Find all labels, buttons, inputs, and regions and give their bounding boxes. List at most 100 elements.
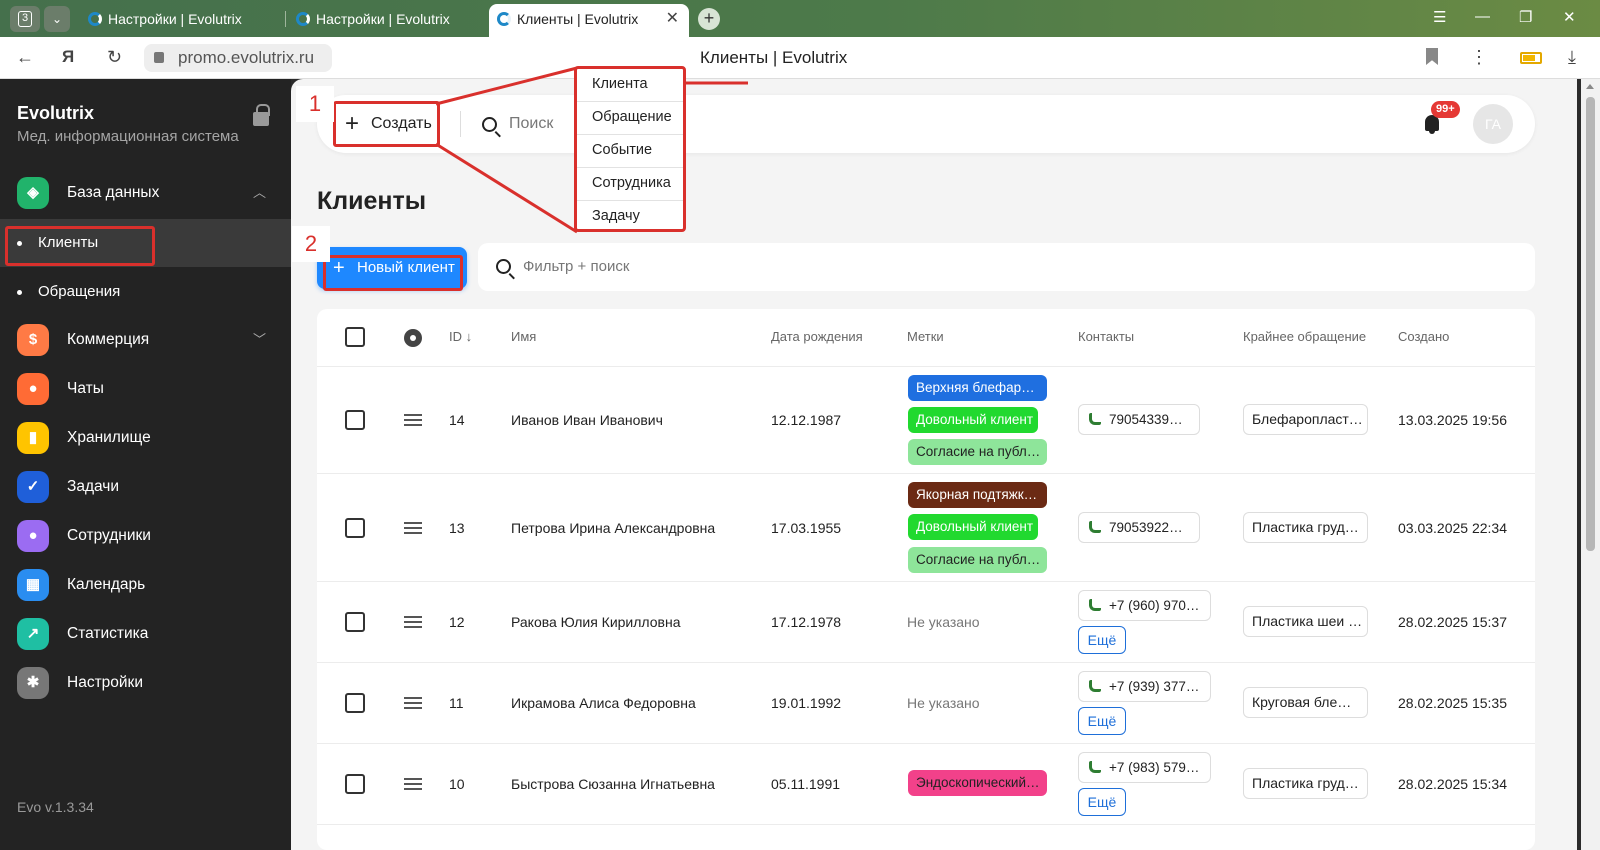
last-request-chip[interactable]: Круговая бле…	[1243, 687, 1368, 718]
table-row[interactable]: 11 Икрамова Алиса Федоровна 19.01.1992 Н…	[317, 662, 1535, 743]
more-vertical-icon[interactable]: ⋮	[1470, 47, 1488, 68]
row-checkbox[interactable]	[345, 410, 365, 430]
sidebar-item-settings[interactable]: ✱ Настройки	[0, 660, 291, 706]
column-header-created[interactable]: Создано	[1398, 329, 1449, 344]
row-checkbox[interactable]	[345, 693, 365, 713]
tag-badge[interactable]: Эндоскопический…	[908, 770, 1047, 796]
minimize-icon[interactable]: —	[1475, 8, 1490, 25]
lock-icon[interactable]	[253, 104, 270, 126]
last-request-chip[interactable]: Блефаропласт…	[1243, 404, 1368, 435]
cell-name[interactable]: Ракова Юлия Кирилловна	[511, 614, 680, 630]
table-row[interactable]: 10 Быстрова Сюзанна Игнатьевна 05.11.199…	[317, 743, 1535, 824]
contact-phone[interactable]: +7 (960) 970…	[1078, 590, 1211, 621]
menu-icon[interactable]: ☰	[1433, 8, 1446, 26]
contact-phone[interactable]: +7 (939) 377…	[1078, 671, 1211, 702]
scrollbar-thumb[interactable]	[1586, 97, 1595, 551]
dropdown-item-client[interactable]: Клиента	[577, 69, 683, 102]
phone-number: +7 (939) 377…	[1109, 679, 1200, 694]
row-checkbox[interactable]	[345, 774, 365, 794]
phone-number: 79054339913	[1109, 412, 1192, 427]
column-header-last-request[interactable]: Крайнее обращение	[1243, 329, 1366, 344]
sidebar-item-statistics[interactable]: ↗ Статистика	[0, 611, 291, 657]
browser-tab[interactable]: Настройки | Evolutrix	[288, 4, 488, 34]
close-icon[interactable]: ✕	[666, 4, 679, 34]
tag-badge[interactable]: Согласие на публ…	[908, 547, 1047, 573]
tag-badge[interactable]: Довольный клиент	[908, 514, 1038, 540]
cell-name[interactable]: Быстрова Сюзанна Игнатьевна	[511, 776, 715, 792]
site-logo-icon	[88, 12, 102, 26]
table-row[interactable]: 14 Иванов Иван Иванович 12.12.1987 Верхн…	[317, 366, 1535, 473]
app-version: Evo v.1.3.34	[17, 799, 94, 815]
column-header-tags[interactable]: Метки	[907, 329, 944, 344]
more-contacts-button[interactable]: Ещё	[1078, 707, 1126, 735]
back-arrow-icon[interactable]: ←	[16, 47, 34, 68]
last-request-chip[interactable]: Пластика груд…	[1243, 512, 1368, 543]
tab-title: Клиенты | Evolutrix	[517, 11, 639, 27]
cell-created: 03.03.2025 22:34	[1398, 520, 1507, 536]
sidebar-item-commerce[interactable]: $ Коммерция ﹀	[0, 317, 291, 363]
filter-search-input[interactable]: Фильтр + поиск	[478, 243, 1535, 291]
more-contacts-button[interactable]: Ещё	[1078, 788, 1126, 816]
gear-icon[interactable]	[404, 329, 422, 347]
download-icon[interactable]: ⤓	[1568, 47, 1576, 68]
sidebar-item-tasks[interactable]: ✓ Задачи	[0, 464, 291, 510]
last-request-chip[interactable]: Пластика груд…	[1243, 768, 1368, 799]
row-checkbox[interactable]	[345, 518, 365, 538]
drag-handle-icon[interactable]	[404, 522, 422, 534]
browser-tab[interactable]: Настройки | Evolutrix	[80, 4, 280, 34]
last-request-chip[interactable]: Пластика шеи …	[1243, 606, 1368, 637]
column-header-contacts[interactable]: Контакты	[1078, 329, 1134, 344]
brand-name: Evolutrix	[17, 103, 95, 123]
contact-phone[interactable]: +7 (983) 579…	[1078, 752, 1211, 783]
sidebar-item-calendar[interactable]: ▦ Календарь	[0, 562, 291, 608]
new-tab-button[interactable]: +	[698, 8, 720, 30]
drag-handle-icon[interactable]	[404, 616, 422, 628]
sidebar-item-database[interactable]: ◈ База данных ︿	[0, 170, 291, 216]
select-all-checkbox[interactable]	[345, 327, 365, 347]
browser-tab-active[interactable]: Клиенты | Evolutrix ✕	[489, 4, 689, 37]
url-field[interactable]: promo.evolutrix.ru	[144, 44, 332, 72]
cell-name[interactable]: Икрамова Алиса Федоровна	[511, 695, 696, 711]
tag-badge[interactable]: Согласие на публ…	[908, 439, 1047, 465]
dropdown-item-request[interactable]: Обращение	[577, 102, 683, 135]
reload-icon[interactable]: ↻	[107, 47, 122, 68]
restore-icon[interactable]: ❐	[1519, 8, 1532, 26]
tag-badge[interactable]: Якорная подтяжк…	[908, 482, 1047, 508]
chevron-down-icon[interactable]: ⌄	[44, 6, 70, 32]
sidebar-item-storage[interactable]: ▮ Хранилище	[0, 415, 291, 461]
cell-name[interactable]: Петрова Ирина Александровна	[511, 520, 715, 536]
close-window-icon[interactable]: ✕	[1563, 8, 1576, 26]
tag-badge[interactable]: Верхняя блефар…	[908, 375, 1047, 401]
bookmark-icon[interactable]	[1426, 48, 1438, 65]
cell-name[interactable]: Иванов Иван Иванович	[511, 412, 663, 428]
chevron-up-icon: ︿	[253, 185, 267, 200]
drag-handle-icon[interactable]	[404, 697, 422, 709]
tag-badge[interactable]: Довольный клиент	[908, 407, 1038, 433]
sidebar-item-staff[interactable]: ● Сотрудники	[0, 513, 291, 559]
cell-created: 13.03.2025 19:56	[1398, 412, 1507, 428]
sidebar-item-chats[interactable]: ● Чаты	[0, 366, 291, 412]
dropdown-item-event[interactable]: Событие	[577, 135, 683, 168]
cell-id: 14	[449, 412, 465, 428]
global-search[interactable]: Поиск	[482, 106, 553, 142]
dropdown-item-task[interactable]: Задачу	[577, 201, 683, 234]
row-checkbox[interactable]	[345, 612, 365, 632]
column-header-birth[interactable]: Дата рождения	[771, 329, 863, 344]
scroll-up-icon[interactable]	[1586, 84, 1594, 89]
drag-handle-icon[interactable]	[404, 414, 422, 426]
phone-number: 79053922455	[1109, 520, 1192, 535]
yandex-icon[interactable]: Я	[62, 47, 74, 67]
avatar[interactable]: ГА	[1473, 104, 1513, 144]
table-row[interactable]: 12 Ракова Юлия Кирилловна 17.12.1978 Не …	[317, 581, 1535, 662]
tab-count-button[interactable]: 3	[10, 6, 40, 32]
contact-phone[interactable]: 79054339913	[1078, 404, 1200, 435]
scrollbar[interactable]	[1581, 79, 1600, 850]
sidebar-subitem-requests[interactable]: Обращения	[0, 268, 291, 316]
drag-handle-icon[interactable]	[404, 778, 422, 790]
column-header-id[interactable]: ID ↓	[449, 329, 472, 344]
column-header-name[interactable]: Имя	[511, 329, 536, 344]
contact-phone[interactable]: 79053922455	[1078, 512, 1200, 543]
table-row[interactable]: 13 Петрова Ирина Александровна 17.03.195…	[317, 473, 1535, 581]
dropdown-item-employee[interactable]: Сотрудника	[577, 168, 683, 201]
more-contacts-button[interactable]: Ещё	[1078, 626, 1126, 654]
